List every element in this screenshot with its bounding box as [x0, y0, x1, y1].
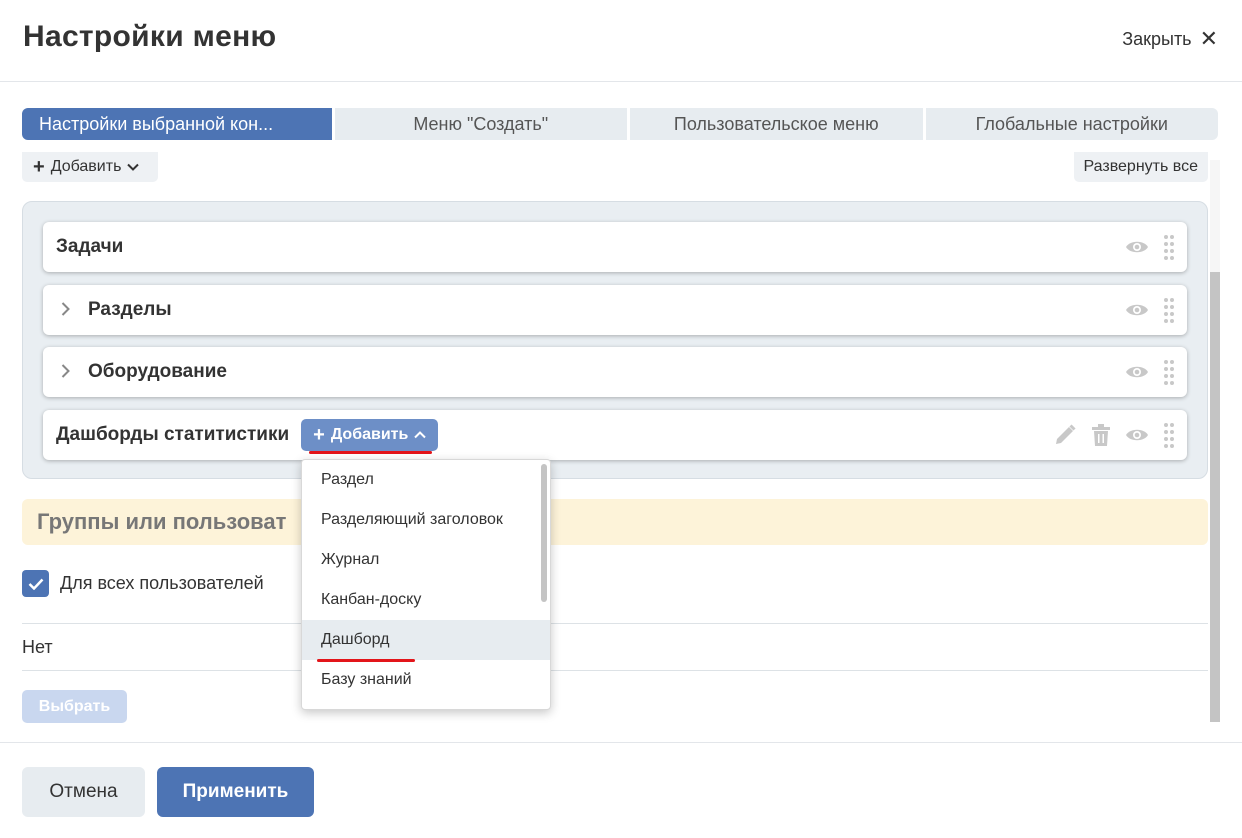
- dropdown-item-section[interactable]: Раздел: [302, 460, 550, 500]
- add-button[interactable]: + Добавить: [22, 152, 158, 182]
- add-subitem-button[interactable]: + Добавить: [301, 419, 439, 451]
- menu-item-equipment[interactable]: Оборудование: [43, 347, 1187, 397]
- dropdown-item-dashboard[interactable]: Дашборд: [302, 620, 550, 660]
- tab-user-menu[interactable]: Пользовательское меню: [630, 108, 923, 140]
- add-dropdown-menu: Раздел Разделяющий заголовок Журнал Канб…: [301, 459, 551, 710]
- plus-icon: +: [313, 424, 325, 446]
- cancel-button[interactable]: Отмена: [22, 767, 145, 817]
- all-users-option[interactable]: Для всех пользователей: [22, 570, 264, 597]
- no-selection-text: Нет: [22, 637, 53, 657]
- all-users-label: Для всех пользователей: [60, 573, 264, 593]
- expand-all-button[interactable]: Развернуть все: [1073, 152, 1208, 182]
- footer-divider: [0, 742, 1242, 743]
- chevron-right-icon[interactable]: [43, 299, 77, 322]
- eye-icon[interactable]: [1125, 302, 1149, 318]
- drag-handle-icon[interactable]: [1163, 297, 1175, 323]
- divider: [22, 670, 1208, 671]
- tab-selected-config[interactable]: Настройки выбранной кон...: [22, 108, 332, 140]
- annotation-underline-dashboard: [317, 659, 415, 662]
- chevron-right-icon[interactable]: [43, 361, 77, 384]
- tab-global-settings[interactable]: Глобальные настройки: [925, 108, 1218, 140]
- modal-header: Настройки меню Закрыть ✕: [0, 0, 1242, 82]
- dropdown-item-knowledge-base[interactable]: Базу знаний: [302, 660, 550, 700]
- drag-handle-icon[interactable]: [1163, 234, 1175, 260]
- eye-icon[interactable]: [1125, 427, 1149, 443]
- groups-banner: Группы или пользоват: [22, 499, 1208, 545]
- apply-button[interactable]: Применить: [157, 767, 314, 817]
- drag-handle-icon[interactable]: [1163, 359, 1175, 385]
- divider: [22, 623, 1208, 624]
- menu-item-tasks[interactable]: Задачи: [43, 222, 1187, 272]
- all-users-checkbox[interactable]: [22, 570, 49, 597]
- menu-item-sections[interactable]: Разделы: [43, 285, 1187, 335]
- chevron-up-icon: [414, 426, 427, 444]
- dropdown-item-kanban[interactable]: Канбан-доску: [302, 580, 550, 620]
- choose-button[interactable]: Выбрать: [22, 690, 127, 723]
- page-title: Настройки меню: [23, 20, 277, 53]
- eye-icon[interactable]: [1125, 364, 1149, 380]
- tab-bar: Настройки выбранной кон... Меню "Создать…: [22, 108, 1218, 140]
- dropdown-scrollbar[interactable]: [541, 464, 547, 602]
- scrollbar-thumb[interactable]: [1210, 272, 1220, 722]
- dropdown-item-separator-header[interactable]: Разделяющий заголовок: [302, 500, 550, 540]
- menu-item-dashboards[interactable]: Дашборды статитистики + Добавить: [43, 410, 1187, 460]
- menu-items-panel: Задачи Разделы Оборудование Дашборды ста…: [22, 201, 1208, 479]
- close-button[interactable]: Закрыть ✕: [1122, 28, 1218, 50]
- menu-item-label: Дашборды статитистики: [56, 424, 290, 445]
- add-subitem-label: Добавить: [330, 426, 409, 443]
- eye-icon[interactable]: [1125, 239, 1149, 255]
- menu-item-label: Задачи: [56, 236, 124, 257]
- annotation-underline-add: [309, 451, 432, 454]
- close-icon: ✕: [1199, 26, 1218, 51]
- close-label: Закрыть: [1122, 28, 1192, 49]
- pencil-icon[interactable]: [1053, 423, 1077, 447]
- dropdown-item-journal[interactable]: Журнал: [302, 540, 550, 580]
- tab-create-menu[interactable]: Меню "Создать": [334, 108, 627, 140]
- drag-handle-icon[interactable]: [1163, 422, 1175, 448]
- menu-item-label: Оборудование: [88, 361, 227, 382]
- menu-item-label: Разделы: [88, 299, 172, 320]
- add-label: Добавить: [50, 158, 122, 175]
- plus-icon: +: [33, 156, 45, 178]
- trash-icon[interactable]: [1091, 423, 1111, 447]
- chevron-down-icon: [127, 158, 140, 176]
